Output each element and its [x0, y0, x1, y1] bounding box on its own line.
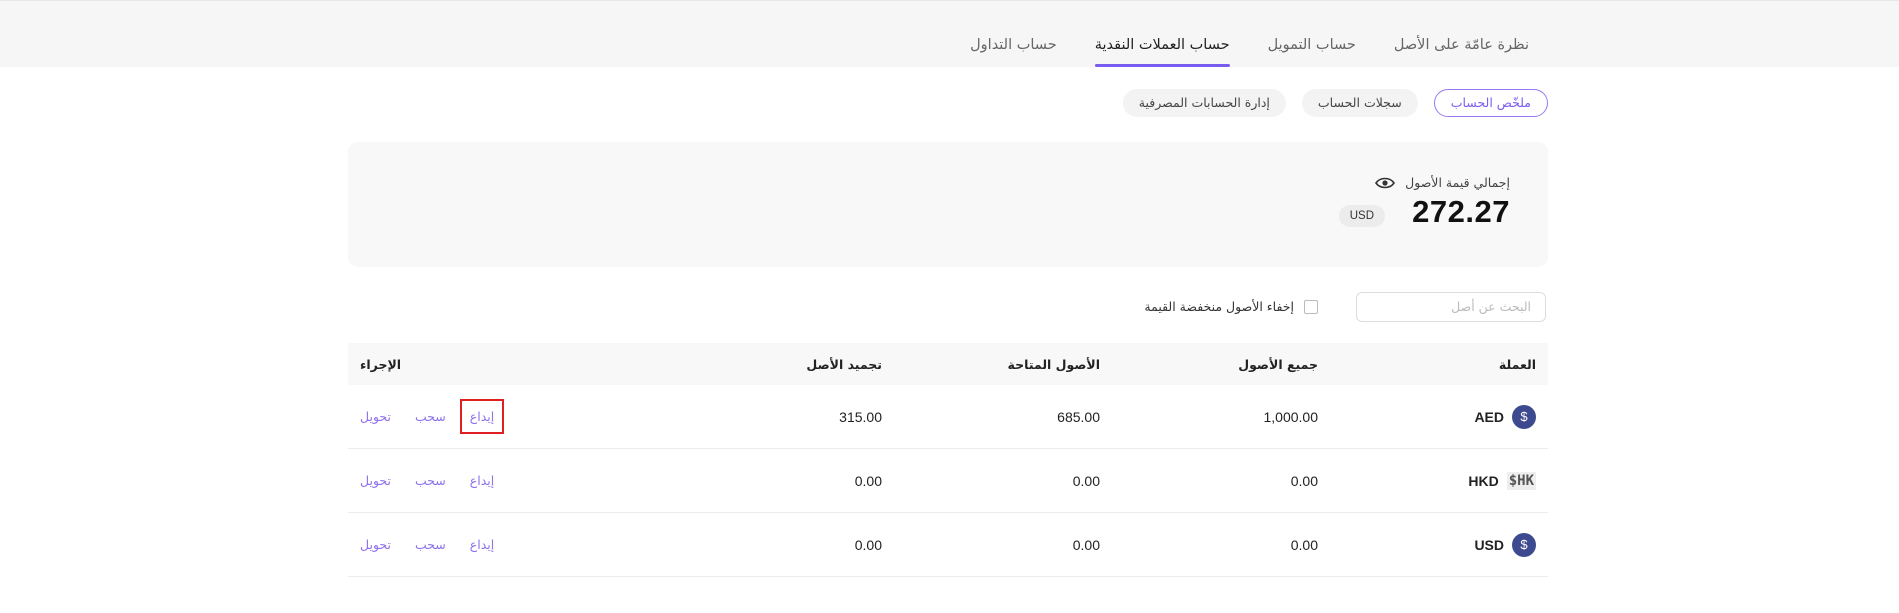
deposit-link[interactable]: إيداع: [459, 399, 505, 434]
account-tabs: نظرة عامّة على الأصل حساب التمويل حساب ا…: [970, 37, 1529, 67]
hide-small-assets-checkbox[interactable]: [1304, 299, 1318, 314]
total-value: 0.00: [1290, 472, 1318, 489]
table-row: $ AED 1,000.00 685.00 315.00 تحويل سحب إ…: [348, 385, 1548, 449]
currency-code: AED: [1474, 408, 1504, 425]
deposit-link[interactable]: إيداع: [470, 473, 494, 488]
hide-small-assets-toggle: إخفاء الأصول منخفضة القيمة: [1144, 299, 1318, 314]
currency-cell: $ AED: [1474, 385, 1536, 448]
tab-fiat-account[interactable]: حساب العملات النقدية: [1094, 37, 1230, 67]
frozen-value: 0.00: [854, 472, 882, 489]
row-actions: تحويل سحب إيداع: [360, 449, 494, 512]
subtab-account-summary[interactable]: ملخّص الحساب: [1433, 89, 1548, 117]
transfer-link[interactable]: تحويل: [360, 473, 391, 488]
tab-funding-account[interactable]: حساب التمويل: [1268, 37, 1356, 67]
asset-search-input[interactable]: البحث عن أصل: [1356, 292, 1546, 322]
currency-code: USD: [1474, 536, 1504, 553]
header-total: جميع الأصول: [1238, 356, 1318, 372]
tab-asset-overview[interactable]: نظرة عامّة على الأصل: [1394, 37, 1529, 67]
header-frozen: تجميد الأصل: [806, 356, 882, 372]
header-action: الإجراء: [360, 356, 402, 372]
total-value: 1,000.00: [1263, 408, 1319, 425]
total-value-currency-badge[interactable]: USD: [1338, 205, 1385, 227]
total-value-label-group: إجمالي قيمة الأصول: [1375, 175, 1510, 190]
subtabs: ملخّص الحساب سجلات الحساب إدارة الحسابات…: [1122, 89, 1548, 117]
total-value-label: إجمالي قيمة الأصول: [1405, 175, 1510, 190]
transfer-link[interactable]: تحويل: [360, 409, 391, 424]
table-row: HK$ HKD 0.00 0.00 0.00 تحويل سحب إيداع: [348, 449, 1548, 513]
eye-icon[interactable]: [1375, 176, 1396, 190]
total-value: 0.00: [1290, 536, 1318, 553]
available-value: 685.00: [1057, 408, 1100, 425]
subtab-bank-accounts[interactable]: إدارة الحسابات المصرفية: [1122, 89, 1286, 117]
transfer-link[interactable]: تحويل: [360, 537, 391, 552]
row-actions: تحويل سحب إيداع: [360, 385, 505, 448]
assets-table: العملة جميع الأصول الأصول المتاحة تجميد …: [348, 343, 1548, 577]
available-value: 0.00: [1072, 472, 1100, 489]
withdraw-link[interactable]: سحب: [415, 537, 446, 552]
frozen-value: 0.00: [854, 536, 882, 553]
row-actions: تحويل سحب إيداع: [360, 513, 494, 576]
tab-trading-account[interactable]: حساب التداول: [970, 37, 1057, 67]
available-value: 0.00: [1072, 536, 1100, 553]
table-header: العملة جميع الأصول الأصول المتاحة تجميد …: [348, 343, 1548, 385]
table-row: $ USD 0.00 0.00 0.00 تحويل سحب إيداع: [348, 513, 1548, 577]
header-currency: العملة: [1498, 356, 1536, 372]
deposit-link[interactable]: إيداع: [470, 537, 494, 552]
hkd-symbol-icon: HK$: [1506, 471, 1536, 490]
top-navigation-bar: نظرة عامّة على الأصل حساب التمويل حساب ا…: [0, 0, 1899, 67]
asset-summary-card: إجمالي قيمة الأصول 272.27 USD: [348, 142, 1548, 267]
currency-code: HKD: [1468, 472, 1499, 489]
withdraw-link[interactable]: سحب: [415, 409, 446, 424]
withdraw-link[interactable]: سحب: [415, 473, 446, 488]
currency-cell: HK$ HKD: [1468, 449, 1536, 512]
header-available: الأصول المتاحة: [1007, 356, 1100, 372]
frozen-value: 315.00: [839, 408, 882, 425]
dollar-coin-icon: $: [1512, 532, 1536, 557]
total-value-amount: 272.27: [1412, 194, 1510, 229]
subtab-account-records[interactable]: سجلات الحساب: [1301, 89, 1418, 117]
dollar-coin-icon: $: [1512, 404, 1536, 429]
currency-cell: $ USD: [1474, 513, 1536, 576]
hide-small-assets-label: إخفاء الأصول منخفضة القيمة: [1144, 299, 1294, 314]
